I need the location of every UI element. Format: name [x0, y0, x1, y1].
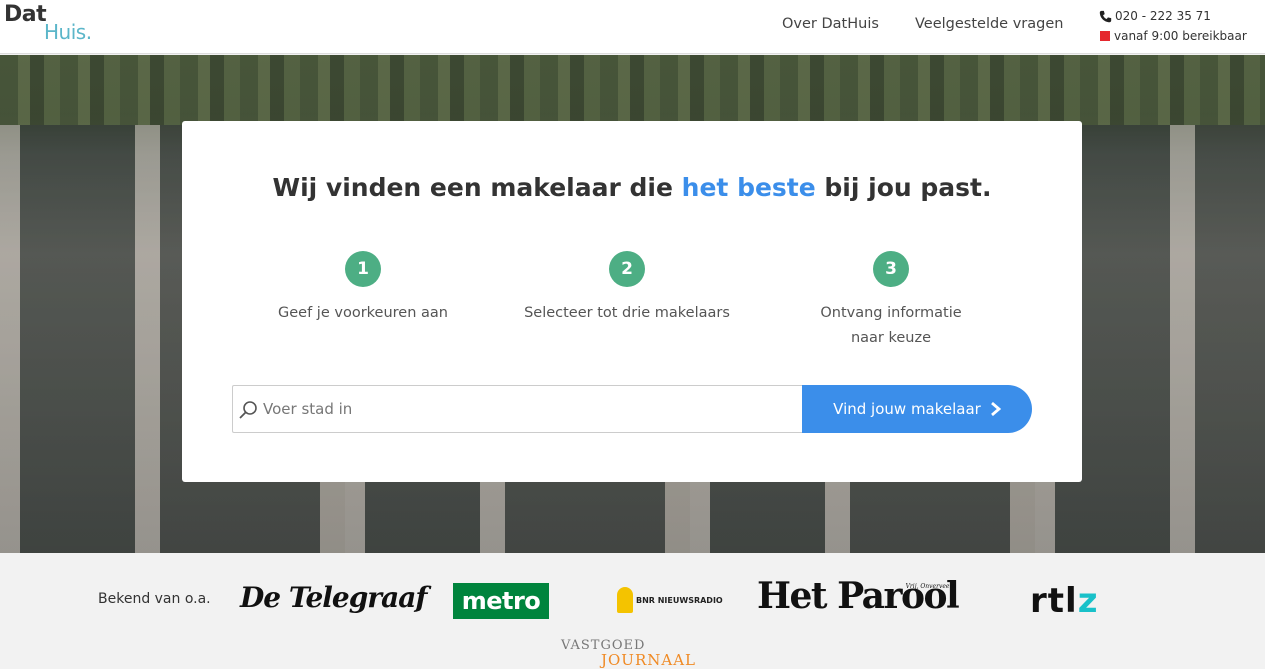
city-search-form: Vind jouw makelaar: [232, 385, 1032, 433]
search-card: Wij vinden een makelaar die het beste bi…: [182, 121, 1082, 482]
nav-link-over-dathuis[interactable]: Over DatHuis: [782, 16, 879, 32]
contact-info: 020 - 222 35 71 vanaf 9:00 bereikbaar: [1099, 6, 1247, 46]
step-number-badge: 2: [609, 251, 645, 287]
find-makelaar-button[interactable]: Vind jouw makelaar: [802, 385, 1032, 433]
bnr-microphone-icon: [617, 587, 633, 613]
step-label: Geef je voorkeuren aan: [278, 305, 448, 321]
step-number-badge: 1: [345, 251, 381, 287]
phone-number[interactable]: 020 - 222 35 71: [1115, 6, 1211, 26]
step-3: 3 Ontvang informatie naar keuze: [781, 251, 1001, 351]
rtlz-logo: rtlz: [1030, 581, 1099, 621]
logo-text-dat: Dat: [4, 2, 47, 27]
headline-accent: het beste: [681, 173, 816, 202]
step-label: Ontvang informatie naar keuze: [820, 305, 962, 346]
step-label: Selecteer tot drie makelaars: [524, 305, 730, 321]
step-2: 2 Selecteer tot drie makelaars: [517, 251, 737, 326]
city-search-input[interactable]: [263, 386, 793, 432]
phone-icon: [1099, 10, 1112, 22]
availability-status: vanaf 9:00 bereikbaar: [1114, 29, 1247, 43]
hero-headline: Wij vinden een makelaar die het beste bi…: [272, 173, 992, 202]
nav-link-faq[interactable]: Veelgestelde vragen: [915, 16, 1063, 32]
parool-logo: Het Parool Vrij, Onverveerd: [757, 575, 960, 617]
step-number-badge: 3: [873, 251, 909, 287]
step-1: 1 Geef je voorkeuren aan: [253, 251, 473, 326]
logo-text-huis: Huis.: [44, 20, 92, 44]
dathuis-logo[interactable]: Dat Huis.: [4, 2, 114, 48]
press-strip: Bekend van o.a. De Telegraaf metro BNR N…: [0, 553, 1265, 669]
chevron-right-icon: [990, 402, 1001, 416]
availability-status-icon: [1100, 31, 1110, 41]
metro-logo: metro: [453, 583, 549, 619]
bnr-logo: BNR NIEUWSRADIO: [617, 585, 723, 615]
city-search-box: [232, 385, 804, 433]
telegraaf-logo: De Telegraaf: [240, 581, 427, 614]
site-header: Dat Huis. Over DatHuis Veelgestelde vrag…: [0, 0, 1265, 54]
find-makelaar-button-label: Vind jouw makelaar: [833, 400, 981, 418]
vastgoedjournaal-logo: VASTGOED JOURNAAL: [561, 638, 696, 669]
search-icon: [239, 401, 257, 419]
press-label: Bekend van o.a.: [98, 591, 211, 607]
